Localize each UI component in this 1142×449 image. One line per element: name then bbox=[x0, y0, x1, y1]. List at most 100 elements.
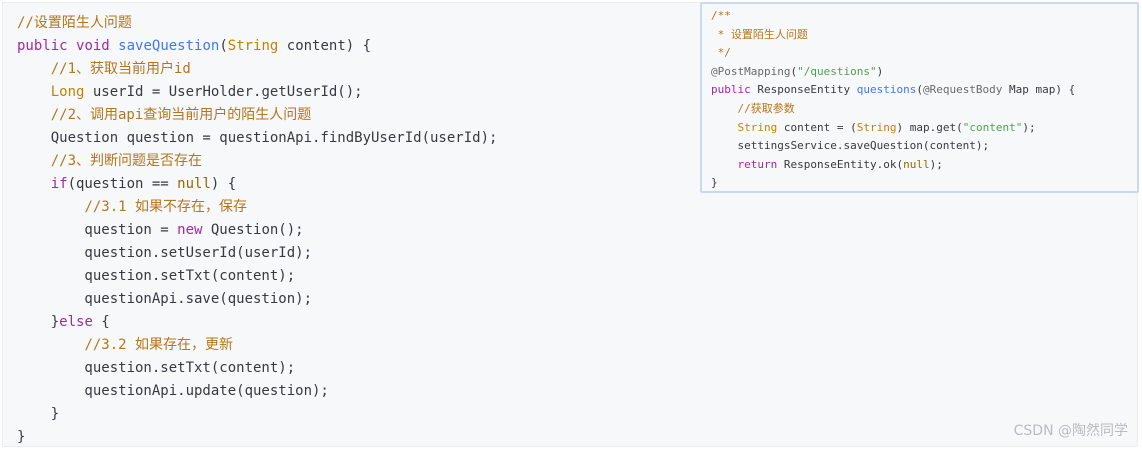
code-token: } bbox=[17, 406, 60, 422]
main-code-line: question = new Question(); bbox=[17, 219, 497, 242]
code-token: } bbox=[711, 176, 718, 190]
popup-code-line: * 设置陌生人问题 bbox=[711, 26, 1075, 45]
code-token: questions bbox=[856, 83, 917, 97]
main-code-line: question.setUserId(userId); bbox=[17, 242, 497, 265]
code-token: Question(); bbox=[202, 222, 304, 238]
code-token: //3.1 如果不存在，保存 bbox=[84, 199, 248, 215]
popup-code-line: return ResponseEntity.ok(null); bbox=[711, 156, 1075, 175]
main-code-line: question.setTxt(content); bbox=[17, 357, 497, 380]
code-token: content = ( bbox=[777, 120, 857, 134]
code-token: */ bbox=[711, 46, 731, 60]
code-token: //1、获取当前用户id bbox=[50, 61, 191, 77]
main-code-line: if(question == null) { bbox=[17, 173, 497, 196]
code-token: ResponseEntity.ok( bbox=[777, 157, 904, 171]
popup-code-line: /** bbox=[711, 7, 1075, 26]
popup-code-line: @PostMapping("/questions") bbox=[711, 63, 1075, 82]
popup-code-line: //获取参数 bbox=[711, 100, 1075, 119]
code-token: settingsService.saveQuestion(content); bbox=[711, 139, 990, 153]
main-code-line: Question question = questionApi.findByUs… bbox=[17, 127, 498, 150]
code-token: //设置陌生人问题 bbox=[17, 15, 132, 31]
main-code-line: questionApi.save(question); bbox=[17, 288, 497, 311]
code-token: (question == bbox=[67, 176, 178, 192]
main-code-line: } bbox=[17, 426, 497, 449]
code-token: public bbox=[17, 38, 68, 54]
code-token: Map map) { bbox=[1002, 83, 1076, 97]
code-token: //3、判断问题是否存在 bbox=[50, 153, 203, 169]
code-token: } bbox=[17, 429, 26, 445]
code-token: @RequestBody bbox=[922, 83, 1003, 97]
popup-code-line: settingsService.saveQuestion(content); bbox=[711, 137, 1075, 156]
code-token: public bbox=[711, 83, 751, 97]
code-token: * 设置陌生人问题 bbox=[711, 27, 808, 41]
code-token: ResponseEntity bbox=[750, 83, 857, 97]
code-token: String bbox=[227, 38, 279, 54]
code-token: /** bbox=[711, 9, 731, 22]
code-token: question = bbox=[17, 222, 178, 238]
main-code-line: Long userId = UserHolder.getUserId(); bbox=[17, 81, 497, 104]
code-token: } bbox=[17, 314, 60, 330]
code-token: null bbox=[903, 157, 930, 171]
main-code-line: //2、调用api查询当前用户的陌生人问题 bbox=[17, 104, 497, 127]
code-token: //2、调用api查询当前用户的陌生人问题 bbox=[50, 107, 312, 123]
csdn-watermark: CSDN @陶然同学 bbox=[1013, 423, 1128, 439]
code-token: String bbox=[737, 120, 778, 134]
code-token: null bbox=[177, 176, 211, 192]
main-code-line: //1、获取当前用户id bbox=[17, 58, 497, 81]
code-token: ( bbox=[219, 38, 228, 54]
code-token: saveQuestion bbox=[118, 38, 220, 54]
popup-code-text: /** * 设置陌生人问题 */@PostMapping("/questions… bbox=[711, 7, 1075, 193]
code-token: Question question = questionApi.findByUs… bbox=[17, 130, 498, 146]
main-code-line: public void saveQuestion(String content)… bbox=[17, 35, 497, 58]
popup-code-block: /** * 设置陌生人问题 */@PostMapping("/questions… bbox=[700, 2, 1139, 193]
popup-code-line: } bbox=[711, 174, 1075, 193]
popup-code-line: public ResponseEntity questions(@Request… bbox=[711, 81, 1075, 100]
code-token: question.setUserId(userId); bbox=[17, 245, 313, 261]
code-token: ( bbox=[916, 83, 923, 97]
main-code-line: //3、判断问题是否存在 bbox=[17, 150, 497, 173]
main-code-text: //设置陌生人问题 public void saveQuestion(String… bbox=[17, 12, 497, 449]
main-code-line: } bbox=[17, 403, 497, 426]
code-token: return bbox=[737, 157, 778, 171]
code-token: String bbox=[856, 120, 897, 134]
code-token: questionApi.save(question); bbox=[17, 291, 313, 307]
main-code-line: question.setTxt(content); bbox=[17, 265, 497, 288]
code-token: ); bbox=[929, 157, 943, 171]
code-token: questionApi.update(question); bbox=[17, 383, 329, 399]
code-token: ) map.get( bbox=[896, 120, 963, 134]
main-code-line: //3.1 如果不存在，保存 bbox=[17, 196, 497, 219]
code-token: question.setTxt(content); bbox=[17, 268, 296, 284]
popup-code-line: String content = (String) map.get("conte… bbox=[711, 119, 1075, 138]
code-token: new bbox=[177, 222, 203, 238]
main-code-line: //3.2 如果存在，更新 bbox=[17, 334, 497, 357]
code-token: content) { bbox=[278, 38, 372, 54]
code-token: ) { bbox=[210, 176, 237, 192]
code-token: { bbox=[92, 314, 110, 330]
code-token: else bbox=[59, 314, 93, 330]
code-token: ); bbox=[1022, 120, 1036, 134]
code-token: "content" bbox=[962, 120, 1023, 134]
code-token: "/questions" bbox=[797, 64, 877, 78]
code-token: if bbox=[50, 176, 68, 192]
code-token: question.setTxt(content); bbox=[17, 360, 296, 376]
code-token: //获取参数 bbox=[737, 101, 795, 115]
code-token: //3.2 如果存在，更新 bbox=[84, 337, 234, 353]
popup-code-line: */ bbox=[711, 44, 1075, 63]
code-token: userId = UserHolder.getUserId(); bbox=[84, 84, 363, 100]
code-token: @PostMapping bbox=[711, 64, 791, 78]
code-token: Long bbox=[50, 84, 85, 100]
main-code-line: //设置陌生人问题 bbox=[17, 12, 497, 35]
code-token: void bbox=[76, 38, 110, 54]
main-code-line: questionApi.update(question); bbox=[17, 380, 497, 403]
